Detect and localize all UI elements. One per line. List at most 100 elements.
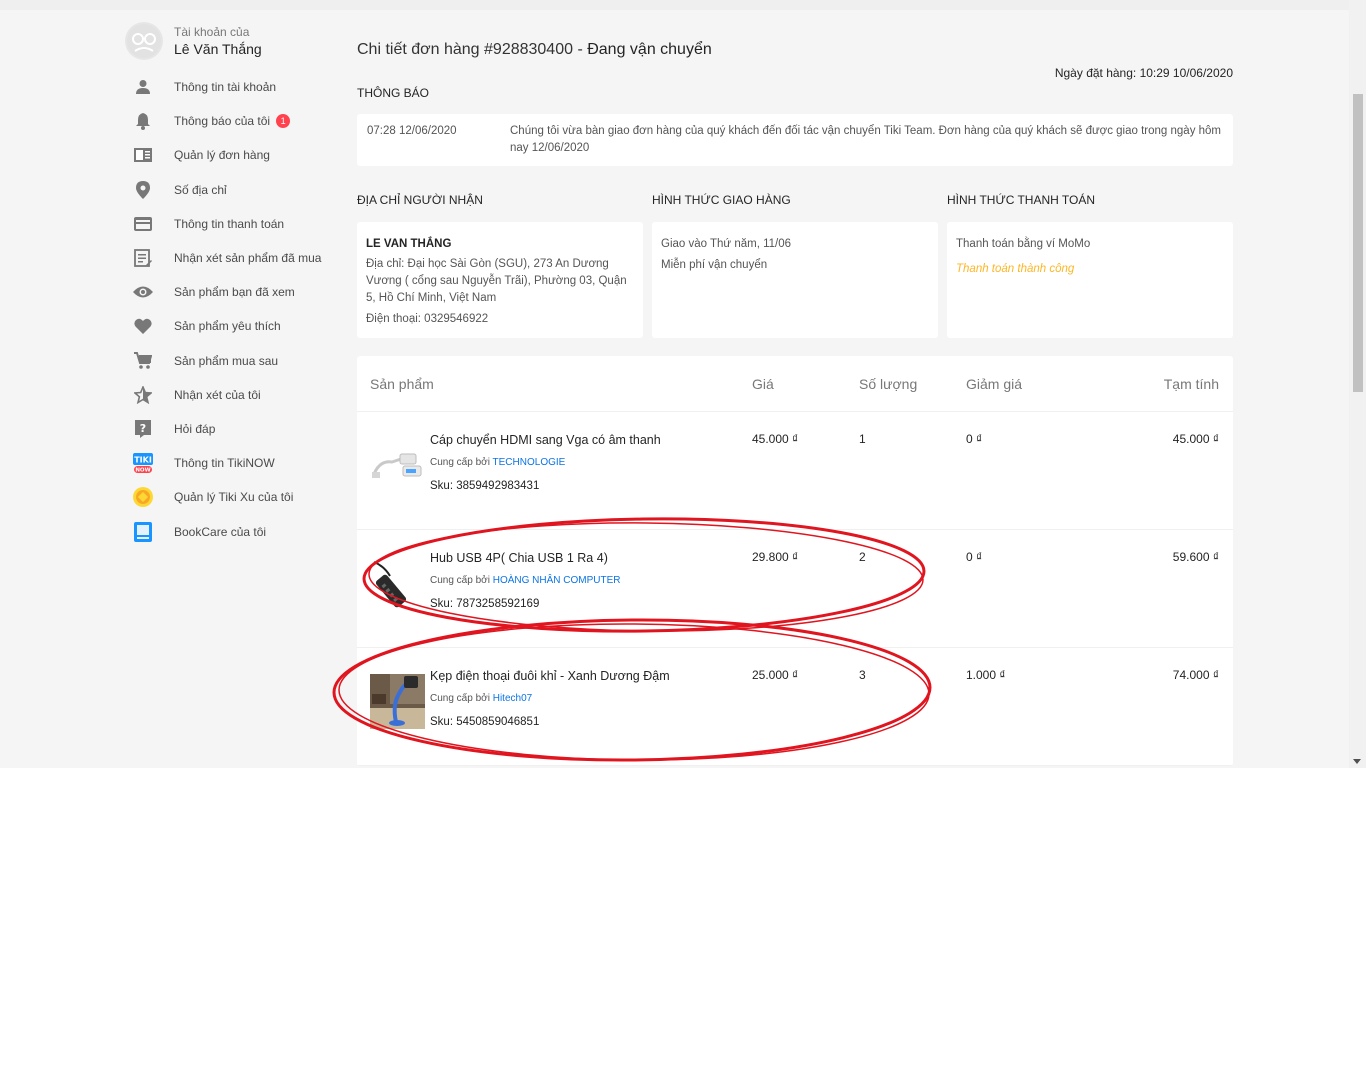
eye-icon (133, 282, 153, 302)
account-label: Tài khoản của (174, 25, 250, 39)
product-seller: Cung cấp bởi HOÀNG NHÂN COMPUTER (430, 575, 621, 586)
notice-box: 07:28 12/06/2020 Chúng tôi vừa bàn giao … (357, 114, 1233, 166)
sidebar-item-buy-later[interactable]: Sản phẩm mua sau (125, 344, 335, 378)
product-subtotal: 59.600 ₫ (1172, 550, 1219, 564)
table-header: Sản phẩm Giá Số lượng Giảm giá Tạm tính (357, 356, 1233, 412)
product-discount: 1.000 ₫ (966, 668, 1006, 682)
account-sidebar: Tài khoản của Lê Văn Thắng Thông tin tài… (125, 18, 335, 549)
product-quantity: 3 (859, 668, 866, 682)
address-box: LE VAN THẮNG Địa chỉ: Đại học Sài Gòn (S… (357, 222, 643, 338)
product-price: 29.800 ₫ (752, 550, 799, 564)
notice-text: Chúng tôi vừa bàn giao đơn hàng của quý … (510, 125, 1222, 154)
sidebar-item-favorites[interactable]: Sản phẩm yêu thích (125, 309, 335, 343)
order-date: Ngày đặt hàng: 10:29 10/06/2020 (1054, 66, 1233, 80)
seller-link[interactable]: HOÀNG NHÂN COMPUTER (493, 575, 621, 586)
avatar-face-icon (127, 24, 161, 58)
sidebar-item-review-purchased[interactable]: Nhận xét sản phẩm đã mua (125, 241, 335, 275)
sidebar-item-notifications[interactable]: Thông báo của tôi 1 (125, 104, 335, 138)
table-row: Cáp chuyển HDMI sang Vga có âm thanh Cun… (357, 412, 1233, 530)
product-discount: 0 ₫ (966, 550, 983, 564)
svg-text:TIKI: TIKI (134, 456, 152, 465)
payment-status: Thanh toán thành công (956, 263, 1075, 275)
product-name[interactable]: Hub USB 4P( Chia USB 1 Ra 4) (430, 549, 621, 567)
bell-icon (133, 111, 153, 131)
payment-method: Thanh toán bằng ví MoMo (956, 238, 1091, 250)
browser-viewport: Tài khoản của Lê Văn Thắng Thông tin tài… (0, 0, 1366, 768)
sidebar-item-my-reviews[interactable]: Nhận xét của tôi (125, 378, 335, 412)
top-strip (0, 0, 1366, 10)
sidebar-item-account-info[interactable]: Thông tin tài khoản (125, 70, 335, 104)
notice-heading: THÔNG BÁO (357, 86, 430, 100)
sidebar-item-addresses[interactable]: Số địa chỉ (125, 173, 335, 207)
header-discount: Giảm giá (966, 375, 1023, 392)
vertical-scrollbar[interactable] (1349, 0, 1366, 768)
question-icon: ? (133, 419, 153, 439)
sidebar-item-payment-info[interactable]: Thông tin thanh toán (125, 207, 335, 241)
sidebar-item-tikinow[interactable]: TIKI NOW Thông tin TikiNOW (125, 446, 335, 480)
notification-count-badge: 1 (276, 114, 291, 129)
bookcare-icon (133, 521, 153, 542)
sidebar-item-viewed-products[interactable]: Sản phẩm bạn đã xem (125, 275, 335, 309)
sidebar-item-label: Thông tin TikiNOW (174, 456, 275, 471)
sidebar-item-bookcare[interactable]: BookCare của tôi (125, 514, 335, 548)
product-thumbnail-usb-hub[interactable] (370, 556, 425, 611)
product-subtotal: 74.000 ₫ (1172, 668, 1219, 682)
product-name[interactable]: Cáp chuyển HDMI sang Vga có âm thanh (430, 431, 661, 449)
product-sku: Sku: 3859492983431 (430, 480, 540, 492)
sidebar-item-label: Nhận xét của tôi (174, 387, 261, 402)
sidebar-item-label: Thông tin thanh toán (174, 216, 285, 231)
shipping-box: Giao vào Thứ năm, 11/06 Miễn phí vận chu… (652, 222, 938, 338)
account-header: Tài khoản của Lê Văn Thắng (125, 18, 335, 64)
product-quantity: 2 (859, 550, 866, 564)
address-heading: ĐỊA CHỈ NGƯỜI NHẬN (357, 193, 483, 207)
product-cell: Cáp chuyển HDMI sang Vga có âm thanh Cun… (357, 431, 739, 529)
shipping-section: HÌNH THỨC GIAO HÀNG Giao vào Thứ năm, 11… (652, 191, 938, 338)
svg-text:NOW: NOW (135, 468, 150, 474)
sidebar-item-label: Số địa chỉ (174, 182, 227, 197)
recipient-phone: Điện thoại: 0329546922 (366, 313, 489, 325)
sidebar-item-label: Thông báo của tôi (174, 114, 271, 129)
info-row: ĐỊA CHỈ NGƯỜI NHẬN LE VAN THẮNG Địa chỉ:… (357, 191, 1233, 338)
product-seller: Cung cấp bởi Hitech07 (430, 693, 533, 704)
scrollbar-thumb[interactable] (1353, 94, 1363, 392)
scroll-down-arrow-icon[interactable] (1353, 759, 1361, 764)
product-name[interactable]: Kẹp điện thoại đuôi khỉ - Xanh Dương Đậm (430, 667, 670, 685)
order-title-prefix: Chi tiết đơn hàng #928830400 - (357, 41, 588, 58)
product-price: 25.000 ₫ (752, 668, 799, 682)
notice-time: 07:28 12/06/2020 (367, 125, 457, 137)
payment-box: Thanh toán bằng ví MoMo Thanh toán thành… (947, 222, 1233, 338)
credit-card-icon (133, 214, 153, 234)
product-thumbnail-phone-holder[interactable] (370, 674, 425, 729)
sidebar-item-orders[interactable]: Quản lý đơn hàng (125, 138, 335, 172)
svg-text:?: ? (140, 422, 146, 435)
account-name: Lê Văn Thắng (174, 41, 262, 57)
avatar (125, 22, 163, 60)
seller-link[interactable]: TECHNOLOGIE (493, 457, 566, 468)
account-text: Tài khoản của Lê Văn Thắng (174, 24, 262, 58)
sidebar-item-tiki-xu[interactable]: Quản lý Tiki Xu của tôi (125, 480, 335, 514)
product-quantity: 1 (859, 432, 866, 446)
header-price: Giá (752, 375, 774, 392)
product-thumbnail-hdmi-adapter[interactable] (370, 438, 425, 493)
sidebar-item-label: Quản lý đơn hàng (174, 148, 270, 163)
page-title: Chi tiết đơn hàng #928830400 - Đang vận … (357, 38, 1233, 62)
address-section: ĐỊA CHỈ NGƯỜI NHẬN LE VAN THẮNG Địa chỉ:… (357, 191, 643, 338)
product-cell: Kẹp điện thoại đuôi khỉ - Xanh Dương Đậm… (357, 667, 739, 765)
product-subtotal: 45.000 ₫ (1172, 432, 1219, 446)
location-pin-icon (133, 180, 153, 200)
table-row: Kẹp điện thoại đuôi khỉ - Xanh Dương Đậm… (357, 648, 1233, 766)
sidebar-item-label: Hỏi đáp (174, 421, 216, 436)
sidebar-item-label: Sản phẩm yêu thích (174, 319, 281, 334)
products-table: Sản phẩm Giá Số lượng Giảm giá Tạm tính (357, 356, 1233, 766)
sidebar-menu: Thông tin tài khoản Thông báo của tôi 1 … (125, 70, 335, 549)
header-subtotal: Tạm tính (1163, 375, 1219, 392)
shipping-heading: HÌNH THỨC GIAO HÀNG (652, 193, 791, 207)
cart-icon (133, 351, 153, 371)
sidebar-item-label: Sản phẩm mua sau (174, 353, 279, 368)
star-icon (133, 385, 153, 405)
tiki-xu-coin-icon (133, 487, 153, 508)
seller-link[interactable]: Hitech07 (493, 693, 532, 704)
sidebar-item-qa[interactable]: ? Hỏi đáp (125, 412, 335, 446)
product-discount: 0 ₫ (966, 432, 983, 446)
sidebar-item-label: Quản lý Tiki Xu của tôi (174, 490, 294, 505)
